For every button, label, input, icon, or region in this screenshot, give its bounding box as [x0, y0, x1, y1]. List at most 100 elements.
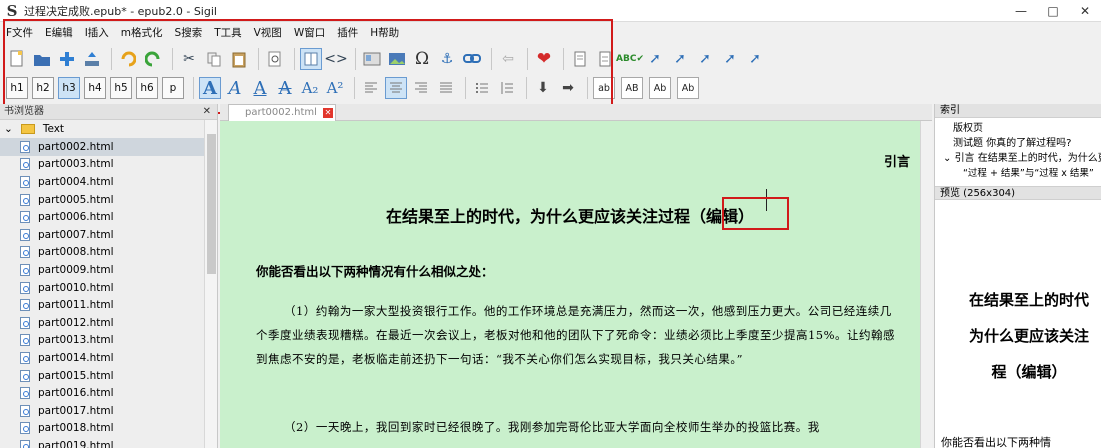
menu-plugins[interactable]: 插件	[337, 25, 358, 40]
toc-subitem[interactable]: “过程 + 结果”与“过程 x 结果”	[939, 166, 1097, 181]
bullet-list-icon[interactable]	[471, 77, 493, 99]
book-view-icon[interactable]	[300, 48, 322, 70]
paragraph-button[interactable]: p	[162, 77, 184, 99]
file-item[interactable]: part0014.html	[0, 349, 204, 367]
plugin-3-icon[interactable]: ➚	[694, 48, 716, 70]
file-item[interactable]: part0009.html	[0, 261, 204, 279]
file-item[interactable]: part0013.html	[0, 332, 204, 350]
expand-chevron-icon[interactable]: ⌄	[4, 123, 13, 135]
file-item[interactable]: part0019.html	[0, 437, 204, 448]
capitalize-button[interactable]: Ab	[677, 77, 699, 99]
insert-special-character-icon[interactable]: Ω	[411, 48, 433, 70]
toc-item[interactable]: 测试题 你真的了解过程吗?	[939, 136, 1097, 151]
file-item[interactable]: part0011.html	[0, 296, 204, 314]
align-center-icon[interactable]	[385, 77, 407, 99]
plugin-5-icon[interactable]: ➚	[744, 48, 766, 70]
file-item[interactable]: part0004.html	[0, 173, 204, 191]
plugin-4-icon[interactable]: ➚	[719, 48, 741, 70]
metadata-icon[interactable]	[361, 48, 383, 70]
donate-heart-icon[interactable]: ❤	[533, 48, 555, 70]
file-item[interactable]: part0005.html	[0, 191, 204, 209]
heading-6-button[interactable]: h6	[136, 77, 158, 99]
heading-5-button[interactable]: h5	[110, 77, 132, 99]
bold-button[interactable]: A	[199, 77, 221, 99]
file-item-selected[interactable]: part0002.html	[0, 138, 204, 156]
undo-icon[interactable]	[117, 48, 139, 70]
file-item[interactable]: part0012.html	[0, 314, 204, 332]
heading-1-button[interactable]: h1	[6, 77, 28, 99]
menu-insert[interactable]: I插入	[85, 25, 109, 40]
redo-icon[interactable]	[142, 48, 164, 70]
go-back-arrow-icon[interactable]: ⇦	[497, 48, 519, 70]
paragraph-2[interactable]: （2）一天晚上，我回到家时已经很晚了。我刚参加完哥伦比亚大学面向全校师生举办的投…	[256, 415, 896, 439]
heading-3-button[interactable]: h3	[58, 77, 80, 99]
text-folder[interactable]: ⌄ Text	[0, 120, 204, 138]
chevron-down-icon[interactable]: ⌄	[943, 153, 955, 164]
subheading[interactable]: 你能否看出以下两种情况有什么相似之处：	[256, 261, 494, 280]
insert-link-icon[interactable]	[461, 48, 483, 70]
book-view-editor[interactable]: 引言 在结果至上的时代，为什么更应该关注过程（编辑） 你能否看出以下两种情况有什…	[220, 121, 920, 448]
maximize-button[interactable]: □	[1037, 0, 1069, 22]
file-item[interactable]: part0003.html	[0, 156, 204, 174]
copy-icon[interactable]	[203, 48, 225, 70]
underline-button[interactable]: A	[249, 77, 271, 99]
strikethrough-button[interactable]: A	[274, 77, 296, 99]
paragraph-1[interactable]: （1）约翰为一家大型投资银行工作。他的工作环境总是充满压力，然而这一次，他感到压…	[256, 299, 896, 371]
file-item[interactable]: part0018.html	[0, 420, 204, 438]
numbered-list-icon[interactable]	[496, 77, 518, 99]
increase-indent-icon[interactable]: ➡	[557, 77, 579, 99]
subscript-button[interactable]: A₂	[299, 77, 321, 99]
heading-4-button[interactable]: h4	[84, 77, 106, 99]
tab-part0002[interactable]: part0002.html ✕	[228, 104, 336, 121]
file-item[interactable]: part0010.html	[0, 279, 204, 297]
add-plus-icon[interactable]	[56, 48, 78, 70]
plugin-2-icon[interactable]: ➚	[669, 48, 691, 70]
file-tree-scrollbar[interactable]	[204, 120, 217, 448]
heading-2-button[interactable]: h2	[32, 77, 54, 99]
file-item[interactable]: part0016.html	[0, 384, 204, 402]
decrease-indent-icon[interactable]: ⬇	[532, 77, 554, 99]
menu-file[interactable]: F文件	[6, 25, 33, 40]
tab-close-icon[interactable]: ✕	[323, 108, 333, 118]
code-view-icon[interactable]: <>	[324, 48, 347, 70]
save-icon[interactable]	[81, 48, 103, 70]
uppercase-button[interactable]: AB	[621, 77, 643, 99]
editor-scrollbar[interactable]	[920, 121, 932, 448]
close-button[interactable]: ✕	[1069, 0, 1101, 22]
search-document-icon[interactable]	[264, 48, 286, 70]
menu-search[interactable]: S搜索	[175, 25, 203, 40]
scrollbar-thumb[interactable]	[207, 134, 216, 274]
align-justify-icon[interactable]	[435, 77, 457, 99]
validate-epub-icon[interactable]	[569, 48, 591, 70]
file-item[interactable]: part0015.html	[0, 367, 204, 385]
report-icon[interactable]	[594, 48, 616, 70]
menu-help[interactable]: H帮助	[370, 25, 399, 40]
menu-format[interactable]: m格式化	[121, 25, 163, 40]
menu-edit[interactable]: E编辑	[45, 25, 73, 40]
file-item[interactable]: part0007.html	[0, 226, 204, 244]
align-left-icon[interactable]	[360, 77, 382, 99]
italic-button[interactable]: A	[224, 77, 246, 99]
insert-anchor-icon[interactable]: ⚓	[436, 48, 458, 70]
spellcheck-icon[interactable]: ABC✔	[616, 48, 644, 70]
insert-image-icon[interactable]	[386, 48, 408, 70]
superscript-button[interactable]: A²	[324, 77, 346, 99]
paste-icon[interactable]	[228, 48, 250, 70]
menu-view[interactable]: V视图	[254, 25, 282, 40]
menu-tools[interactable]: T工具	[214, 25, 241, 40]
cut-icon[interactable]: ✂	[178, 48, 200, 70]
menu-window[interactable]: W窗口	[294, 25, 325, 40]
minimize-button[interactable]: —	[1005, 0, 1037, 22]
plugin-1-icon[interactable]: ➚	[644, 48, 666, 70]
file-item[interactable]: part0008.html	[0, 244, 204, 262]
file-item[interactable]: part0017.html	[0, 402, 204, 420]
file-item[interactable]: part0006.html	[0, 208, 204, 226]
panel-close-icon[interactable]: ✕	[203, 104, 211, 119]
chapter-title[interactable]: 在结果至上的时代，为什么更应该关注过程（编辑）	[220, 203, 920, 227]
align-right-icon[interactable]	[410, 77, 432, 99]
new-file-icon[interactable]	[6, 48, 28, 70]
toc-item[interactable]: 版权页	[939, 121, 1097, 136]
titlecase-button[interactable]: Ab	[649, 77, 671, 99]
open-folder-icon[interactable]	[31, 48, 53, 70]
toc-item-expanded[interactable]: ⌄ 引言 在结果至上的时代，为什么更	[939, 151, 1101, 166]
